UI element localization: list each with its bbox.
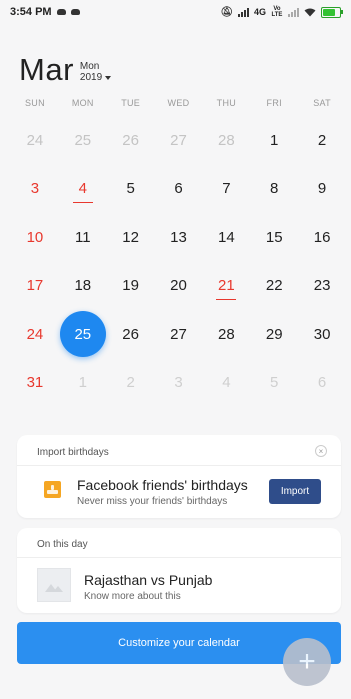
day-cell[interactable]: 25 — [59, 116, 107, 165]
facebook-birthdays-subtitle: Never miss your friends' birthdays — [77, 496, 228, 507]
day-cell[interactable]: 7 — [202, 165, 250, 214]
month-selector[interactable]: Mar Mon 2019 — [19, 52, 112, 87]
facebook-birthdays-title: Facebook friends' birthdays — [77, 477, 248, 493]
network-type: 4G — [253, 7, 266, 17]
card-title: On this day — [37, 539, 88, 550]
day-cell[interactable]: 15 — [250, 213, 298, 262]
day-cell[interactable]: 27 — [155, 310, 203, 359]
year-label: 2019 — [79, 72, 103, 83]
day-cell[interactable]: 16 — [298, 213, 346, 262]
event-title: Rajasthan vs Punjab — [84, 572, 213, 588]
status-time: 3:54 PM — [10, 6, 52, 18]
day-cell-selected[interactable]: 25 — [59, 310, 107, 359]
weekday-tue: TUE — [121, 98, 141, 108]
card-title: Import birthdays — [37, 447, 109, 458]
day-cell[interactable]: 6 — [155, 165, 203, 214]
day-cell[interactable]: 18 — [59, 262, 107, 311]
close-icon[interactable]: × — [315, 445, 327, 457]
week-row: 24 25 26 27 28 29 30 — [11, 310, 346, 359]
weekday-mon: MON — [71, 98, 94, 108]
day-cell[interactable]: 12 — [107, 213, 155, 262]
week-row: 17 18 19 20 21 22 23 — [11, 262, 346, 311]
day-cell[interactable]: 29 — [250, 310, 298, 359]
wifi-icon — [304, 8, 316, 16]
plus-icon: + — [298, 645, 316, 678]
day-cell[interactable]: 14 — [202, 213, 250, 262]
day-cell[interactable]: 1 — [250, 116, 298, 165]
month-name: Mar — [19, 52, 74, 87]
weekday-header: SUN MON TUE WED THU FRI SAT — [11, 98, 346, 108]
day-cell[interactable]: 28 — [202, 310, 250, 359]
day-cell[interactable]: 30 — [298, 310, 346, 359]
day-cell[interactable]: 11 — [59, 213, 107, 262]
import-birthdays-card: Import birthdays × Facebook friends' bir… — [17, 435, 341, 518]
day-cell[interactable]: 20 — [155, 262, 203, 311]
day-cell[interactable]: 23 — [298, 262, 346, 311]
day-cell[interactable]: 22 — [250, 262, 298, 311]
day-cell[interactable]: 9 — [298, 165, 346, 214]
day-cell[interactable]: 5 — [250, 359, 298, 408]
day-cell[interactable]: 3 — [155, 359, 203, 408]
week-row: 31 1 2 3 4 5 6 — [11, 359, 346, 408]
image-placeholder-icon — [37, 568, 71, 602]
day-cell[interactable]: 24 — [11, 116, 59, 165]
day-cell[interactable]: 4 — [202, 359, 250, 408]
week-row: 3 4 5 6 7 8 9 — [11, 165, 346, 214]
signal-icon — [237, 7, 249, 17]
holiday-marker — [216, 298, 237, 300]
weekday-wed: WED — [167, 98, 190, 108]
mute-icon: 🔕︎ — [220, 6, 233, 18]
day-cell[interactable]: 2 — [298, 116, 346, 165]
week-row: 24 25 26 27 28 1 2 — [11, 116, 346, 165]
day-cell[interactable]: 24 — [11, 310, 59, 359]
add-event-button[interactable]: + — [283, 638, 331, 686]
day-cell[interactable]: 3 — [11, 165, 59, 214]
day-cell[interactable]: 31 — [11, 359, 59, 408]
day-cell-holiday[interactable]: 21 — [202, 262, 250, 311]
divider — [17, 557, 341, 558]
chevron-down-icon — [105, 75, 112, 80]
day-cell[interactable]: 10 — [11, 213, 59, 262]
weekday-fri: FRI — [266, 98, 282, 108]
day-cell[interactable]: 26 — [107, 310, 155, 359]
day-cell[interactable]: 8 — [250, 165, 298, 214]
weekday-sat: SAT — [313, 98, 331, 108]
divider — [17, 465, 341, 466]
holiday-marker — [72, 201, 93, 203]
weekday-sun: SUN — [24, 98, 45, 108]
day-cell[interactable]: 26 — [107, 116, 155, 165]
day-cell[interactable]: 2 — [107, 359, 155, 408]
notification-icon — [56, 9, 66, 15]
birthday-cake-icon — [44, 481, 61, 498]
signal-icon-2 — [288, 7, 299, 17]
battery-icon — [321, 6, 343, 18]
status-bar: 3:54 PM 🔕︎ 4G Vo LTE — [0, 0, 351, 24]
on-this-day-card[interactable]: On this day Rajasthan vs Punjab Know mor… — [17, 528, 341, 613]
day-cell[interactable]: 28 — [202, 116, 250, 165]
weekday-thu: THU — [216, 98, 237, 108]
day-cell[interactable]: 19 — [107, 262, 155, 311]
day-cell-holiday[interactable]: 4 — [59, 165, 107, 214]
weekday-label: Mon — [79, 61, 100, 72]
volte-label: Vo LTE — [271, 6, 283, 18]
event-subtitle: Know more about this — [84, 591, 181, 602]
day-cell[interactable]: 27 — [155, 116, 203, 165]
calendar-grid: 24 25 26 27 28 1 2 3 4 5 6 7 8 9 10 11 1… — [11, 116, 346, 407]
day-cell[interactable]: 5 — [107, 165, 155, 214]
day-cell[interactable]: 6 — [298, 359, 346, 408]
day-cell[interactable]: 13 — [155, 213, 203, 262]
day-cell[interactable]: 17 — [11, 262, 59, 311]
week-row: 10 11 12 13 14 15 16 — [11, 213, 346, 262]
notification-icon-2 — [70, 9, 80, 15]
import-button[interactable]: Import — [269, 479, 321, 504]
day-cell[interactable]: 1 — [59, 359, 107, 408]
